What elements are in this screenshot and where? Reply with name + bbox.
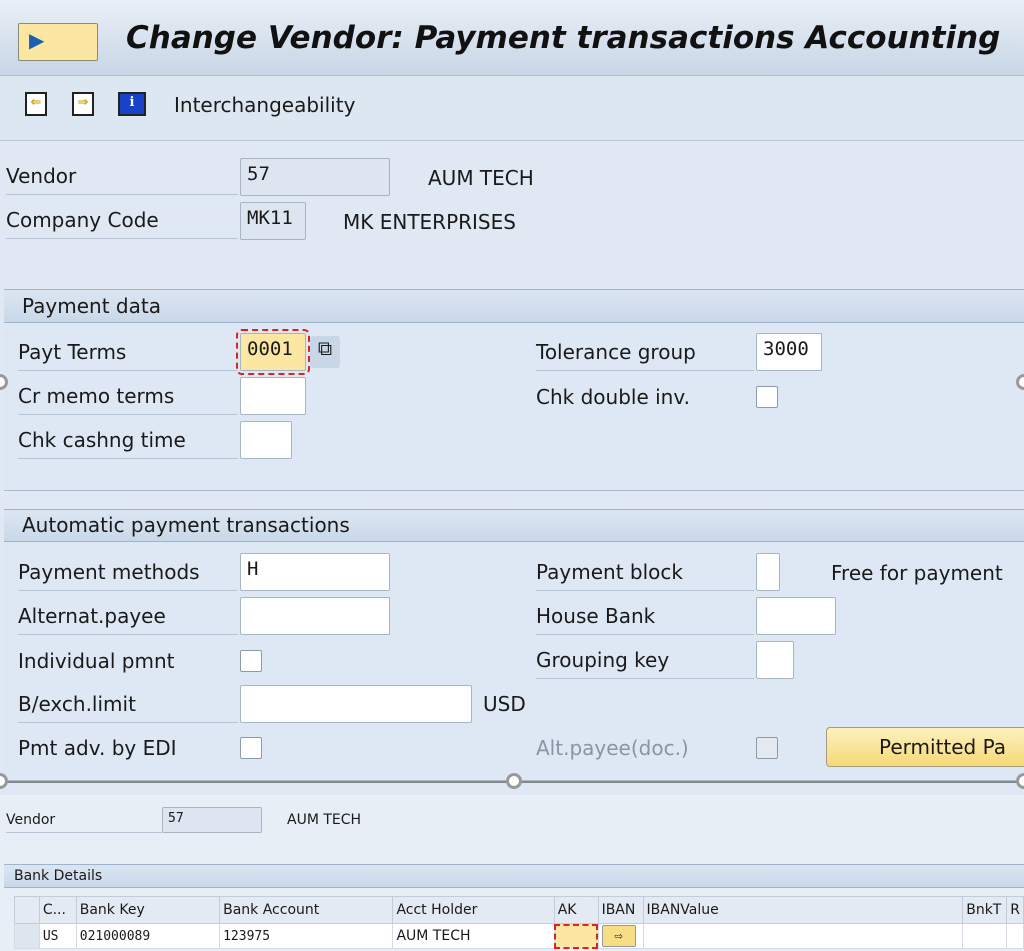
bank-details-header: Bank Details [4,864,1024,888]
individual-pmnt-label: Individual pmnt [18,649,175,673]
alt-payee-doc-checkbox [756,737,778,759]
chk-double-checkbox[interactable] [756,386,778,408]
alt-payee-field[interactable] [240,597,390,635]
tolerance-label: Tolerance group [536,340,754,371]
currency: USD [483,692,526,716]
house-bank-field[interactable] [756,597,836,635]
edi-checkbox[interactable] [240,737,262,759]
previous-screen-icon[interactable]: ⇐ [25,92,47,116]
edi-label: Pmt adv. by EDI [18,736,177,760]
row-selector[interactable] [14,923,40,949]
grouping-key-field[interactable] [756,641,794,679]
bexch-limit-label: B/exch.limit [18,692,238,723]
column-header[interactable]: AK [553,896,599,924]
column-header[interactable]: Acct Holder [392,896,555,924]
company-name: MK ENTERPRISES [343,210,516,234]
info-icon[interactable]: i [118,92,146,116]
table-row: US 021000089 123975 AUM TECH ⇨ [14,923,1024,949]
chk-cash-field[interactable] [240,421,292,459]
column-header[interactable]: BnkT [962,896,1008,924]
menu-icon: ▶ [29,28,45,52]
resize-handle[interactable] [1016,773,1024,789]
column-header[interactable]: R [1006,896,1024,924]
payment-methods-field[interactable]: H [240,553,390,591]
payment-methods-label: Payment methods [18,560,238,591]
next-screen-icon[interactable]: ⇒ [72,92,94,116]
payment-block-label: Payment block [536,560,754,591]
bexch-limit-field[interactable] [240,685,472,723]
cell-acct-holder[interactable]: AUM TECH [392,923,555,949]
payt-terms-field[interactable]: 0001 [236,329,310,375]
cell-bnkt[interactable] [962,923,1008,949]
chk-double-label: Chk double inv. [536,385,690,409]
cr-memo-label: Cr memo terms [18,384,238,415]
cell-ak[interactable] [553,923,599,949]
cell-bank-key[interactable]: 021000089 [75,923,221,949]
payment-block-text: Free for payment [831,561,1003,585]
auto-payment-header: Automatic payment transactions [4,509,1024,542]
individual-pmnt-checkbox[interactable] [240,650,262,672]
cr-memo-field[interactable] [240,377,306,415]
bank-details-table: C... Bank Key Bank Account Acct Holder A… [14,896,1024,949]
resize-handle[interactable] [506,773,522,789]
column-header[interactable]: IBANValue [642,896,964,924]
lower-vendor-name: AUM TECH [287,812,362,828]
cell-r[interactable] [1006,923,1024,949]
grouping-key-label: Grouping key [536,648,754,679]
table-header-row: C... Bank Key Bank Account Acct Holder A… [14,896,1024,924]
interchangeability-button[interactable]: Interchangeability [174,93,355,117]
vendor-field[interactable]: 57 [240,158,390,196]
company-code-field[interactable]: MK11 [240,202,306,240]
alt-payee-label: Alternat.payee [18,604,238,635]
value-help-icon[interactable]: ⧉ [310,336,340,368]
cell-bank-account[interactable]: 123975 [219,923,394,949]
tolerance-field[interactable]: 3000 [756,333,822,371]
chk-cash-label: Chk cashng time [18,428,238,459]
vendor-label: Vendor [6,164,238,195]
cell-iban-value[interactable] [642,923,964,949]
alt-payee-doc-label: Alt.payee(doc.) [536,736,689,760]
row-selector-header[interactable] [14,896,40,924]
payt-terms-label: Payt Terms [18,340,238,371]
menu-button[interactable]: ▶ [18,23,98,61]
payment-data-header: Payment data [4,289,1024,323]
house-bank-label: House Bank [536,604,754,635]
column-header[interactable]: Bank Key [75,896,221,924]
permitted-payee-button[interactable]: Permitted Pa [826,727,1024,767]
toolbar [0,76,1024,141]
cell-iban[interactable]: ⇨ [597,923,644,949]
payment-block-field[interactable] [756,553,780,591]
cell-country[interactable]: US [38,923,77,949]
company-code-label: Company Code [6,208,238,239]
column-header[interactable]: C... [38,896,77,924]
vendor-name: AUM TECH [428,166,534,190]
lower-vendor-label: Vendor [6,812,162,833]
column-header[interactable]: Bank Account [219,896,394,924]
iban-arrow-icon[interactable]: ⇨ [601,925,636,947]
lower-vendor-field[interactable]: 57 [162,807,262,833]
column-header[interactable]: IBAN [597,896,644,924]
page-title: Change Vendor: Payment transactions Acco… [126,20,1001,56]
